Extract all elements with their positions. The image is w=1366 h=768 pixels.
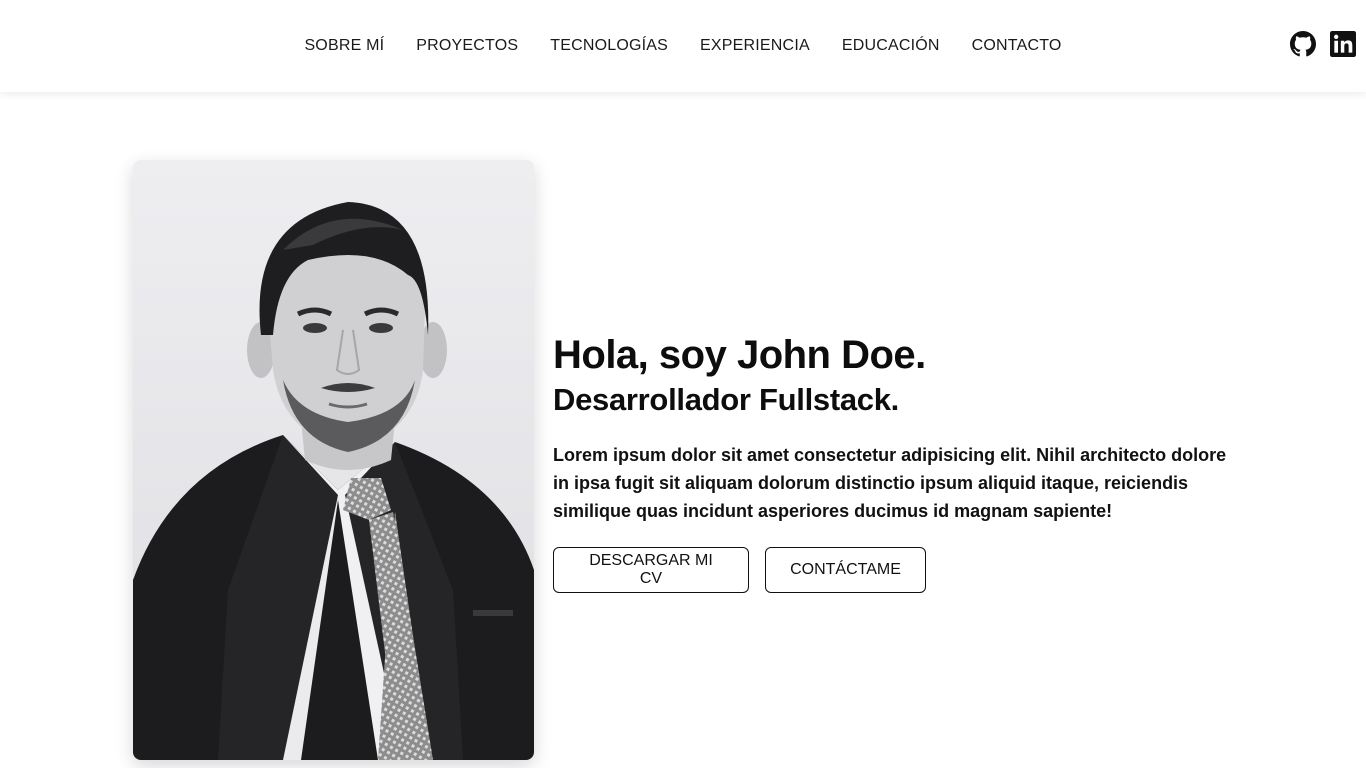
- nav-link-experiencia[interactable]: EXPERIENCIA: [700, 37, 810, 55]
- nav-link-proyectos[interactable]: PROYECTOS: [416, 37, 518, 55]
- hero-description: Lorem ipsum dolor sit amet consectetur a…: [553, 445, 1227, 521]
- download-cv-button[interactable]: DESCARGAR MI CV: [553, 547, 749, 593]
- nav-link-contacto[interactable]: CONTACTO: [972, 37, 1062, 55]
- nav-link-educacion[interactable]: EDUCACIÓN: [842, 37, 940, 55]
- linkedin-icon: [1330, 31, 1356, 57]
- hero-subtitle: Desarrollador Fullstack.: [553, 382, 899, 417]
- contact-me-button[interactable]: CONTÁCTAME: [765, 547, 926, 593]
- nav-list: SOBRE MÍ PROYECTOS TECNOLOGÍAS EXPERIENC…: [304, 37, 1061, 55]
- github-icon: [1290, 31, 1316, 57]
- hero-actions: DESCARGAR MI CV CONTÁCTAME: [553, 547, 1253, 593]
- social-links: [1290, 31, 1356, 57]
- site-header: SOBRE MÍ PROYECTOS TECNOLOGÍAS EXPERIENC…: [0, 0, 1366, 92]
- profile-photo-illustration: [133, 160, 534, 760]
- github-link[interactable]: [1290, 31, 1316, 57]
- profile-photo: [133, 160, 534, 760]
- linkedin-link[interactable]: [1330, 31, 1356, 57]
- nav-link-tecnologias[interactable]: TECNOLOGÍAS: [550, 37, 668, 55]
- hero-title: Hola, soy John Doe.: [553, 333, 926, 377]
- hero-section: Hola, soy John Doe. Desarrollador Fullst…: [553, 332, 1253, 593]
- main-nav: SOBRE MÍ PROYECTOS TECNOLOGÍAS EXPERIENC…: [0, 0, 1366, 92]
- nav-link-sobre-mi[interactable]: SOBRE MÍ: [304, 37, 384, 55]
